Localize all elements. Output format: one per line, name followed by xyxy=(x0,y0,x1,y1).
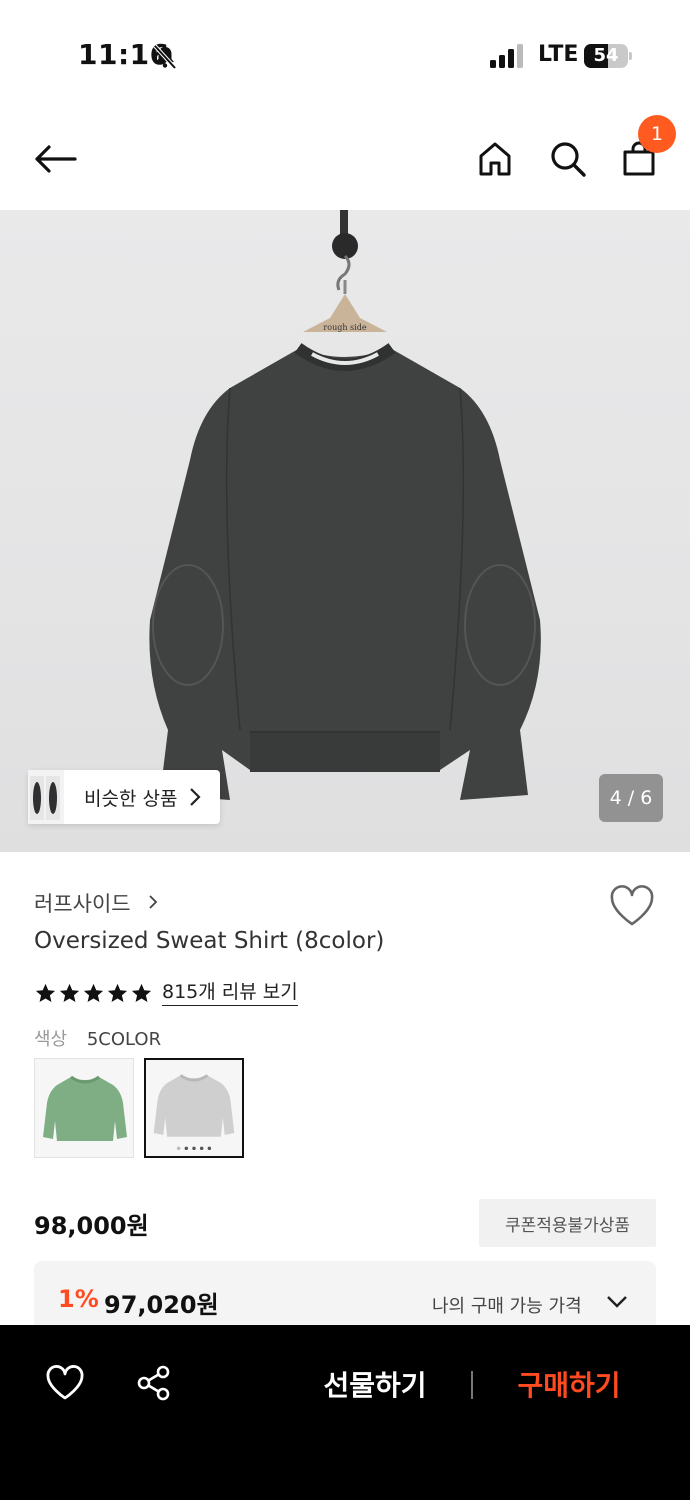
action-divider xyxy=(471,1371,473,1399)
share-icon xyxy=(137,1365,170,1401)
hanger-tag-text: rough side xyxy=(323,323,366,332)
star-icon xyxy=(35,983,56,1002)
heart-outline-icon xyxy=(610,885,654,926)
review-link[interactable]: 815개 리뷰 보기 xyxy=(162,977,298,1006)
home-icon xyxy=(479,142,511,176)
network-type: LTE xyxy=(538,42,579,67)
product-title: Oversized Sweat Shirt (8color) xyxy=(34,928,385,954)
share-button[interactable] xyxy=(134,1363,174,1403)
color-row: 색상 5COLOR xyxy=(34,1025,161,1051)
green-sweatshirt-thumbnail xyxy=(35,1059,133,1157)
gift-button[interactable]: 선물하기 xyxy=(300,1359,450,1409)
search-icon xyxy=(551,142,586,177)
star-icon xyxy=(107,983,128,1002)
battery-icon: 54 xyxy=(584,44,632,68)
color-count: 5COLOR xyxy=(86,1029,162,1050)
back-arrow-icon xyxy=(35,145,77,173)
product-photo: rough side xyxy=(149,210,541,800)
star-rating xyxy=(34,982,153,1005)
cart-count-badge: 1 xyxy=(638,115,676,153)
image-page-indicator: 4 / 6 xyxy=(599,774,663,822)
search-button[interactable] xyxy=(543,134,593,184)
brand-link[interactable]: 러프사이드 xyxy=(34,888,131,918)
rating-row xyxy=(34,978,153,1008)
bottom-action-bar: 선물하기 구매하기 xyxy=(0,1325,690,1500)
my-price-value: 97,020원 xyxy=(104,1291,219,1319)
grey-sweatshirt-thumbnail xyxy=(146,1060,242,1156)
heart-outline-icon xyxy=(46,1365,84,1400)
similar-products-thumbnail xyxy=(28,770,64,824)
chevron-right-icon xyxy=(190,788,201,806)
bell-muted-icon xyxy=(153,44,177,70)
product-image-gallery[interactable]: rough side 비슷한 상품 4 / 6 xyxy=(0,210,690,852)
star-icon xyxy=(83,983,104,1002)
star-icon xyxy=(131,983,152,1002)
cellular-signal-icon xyxy=(490,44,523,68)
similar-products-label: 비슷한 상품 xyxy=(84,788,178,810)
bottom-wishlist-button[interactable] xyxy=(45,1363,85,1403)
original-price: 98,000원 xyxy=(34,1212,149,1240)
status-bar: 11:16 LTE 54 xyxy=(0,0,690,110)
battery-level: 54 xyxy=(593,45,619,66)
discount-rate: 1% xyxy=(58,1285,99,1313)
back-button[interactable] xyxy=(30,134,80,184)
color-swatch-grey[interactable] xyxy=(144,1058,244,1158)
color-swatch-green[interactable] xyxy=(34,1058,134,1158)
my-price-label: 나의 구매 가능 가격 xyxy=(432,1296,582,1317)
home-button[interactable] xyxy=(470,134,520,184)
similar-products-button[interactable]: 비슷한 상품 xyxy=(28,770,220,824)
color-label: 색상 xyxy=(34,1029,68,1050)
star-icon xyxy=(59,983,80,1002)
wishlist-button[interactable] xyxy=(608,884,656,928)
top-nav xyxy=(0,110,690,210)
buy-button[interactable]: 구매하기 xyxy=(494,1359,644,1409)
chevron-right-icon xyxy=(149,895,158,909)
chevron-down-icon xyxy=(607,1296,627,1308)
coupon-not-applicable-badge: 쿠폰적용불가상품 xyxy=(479,1199,656,1247)
